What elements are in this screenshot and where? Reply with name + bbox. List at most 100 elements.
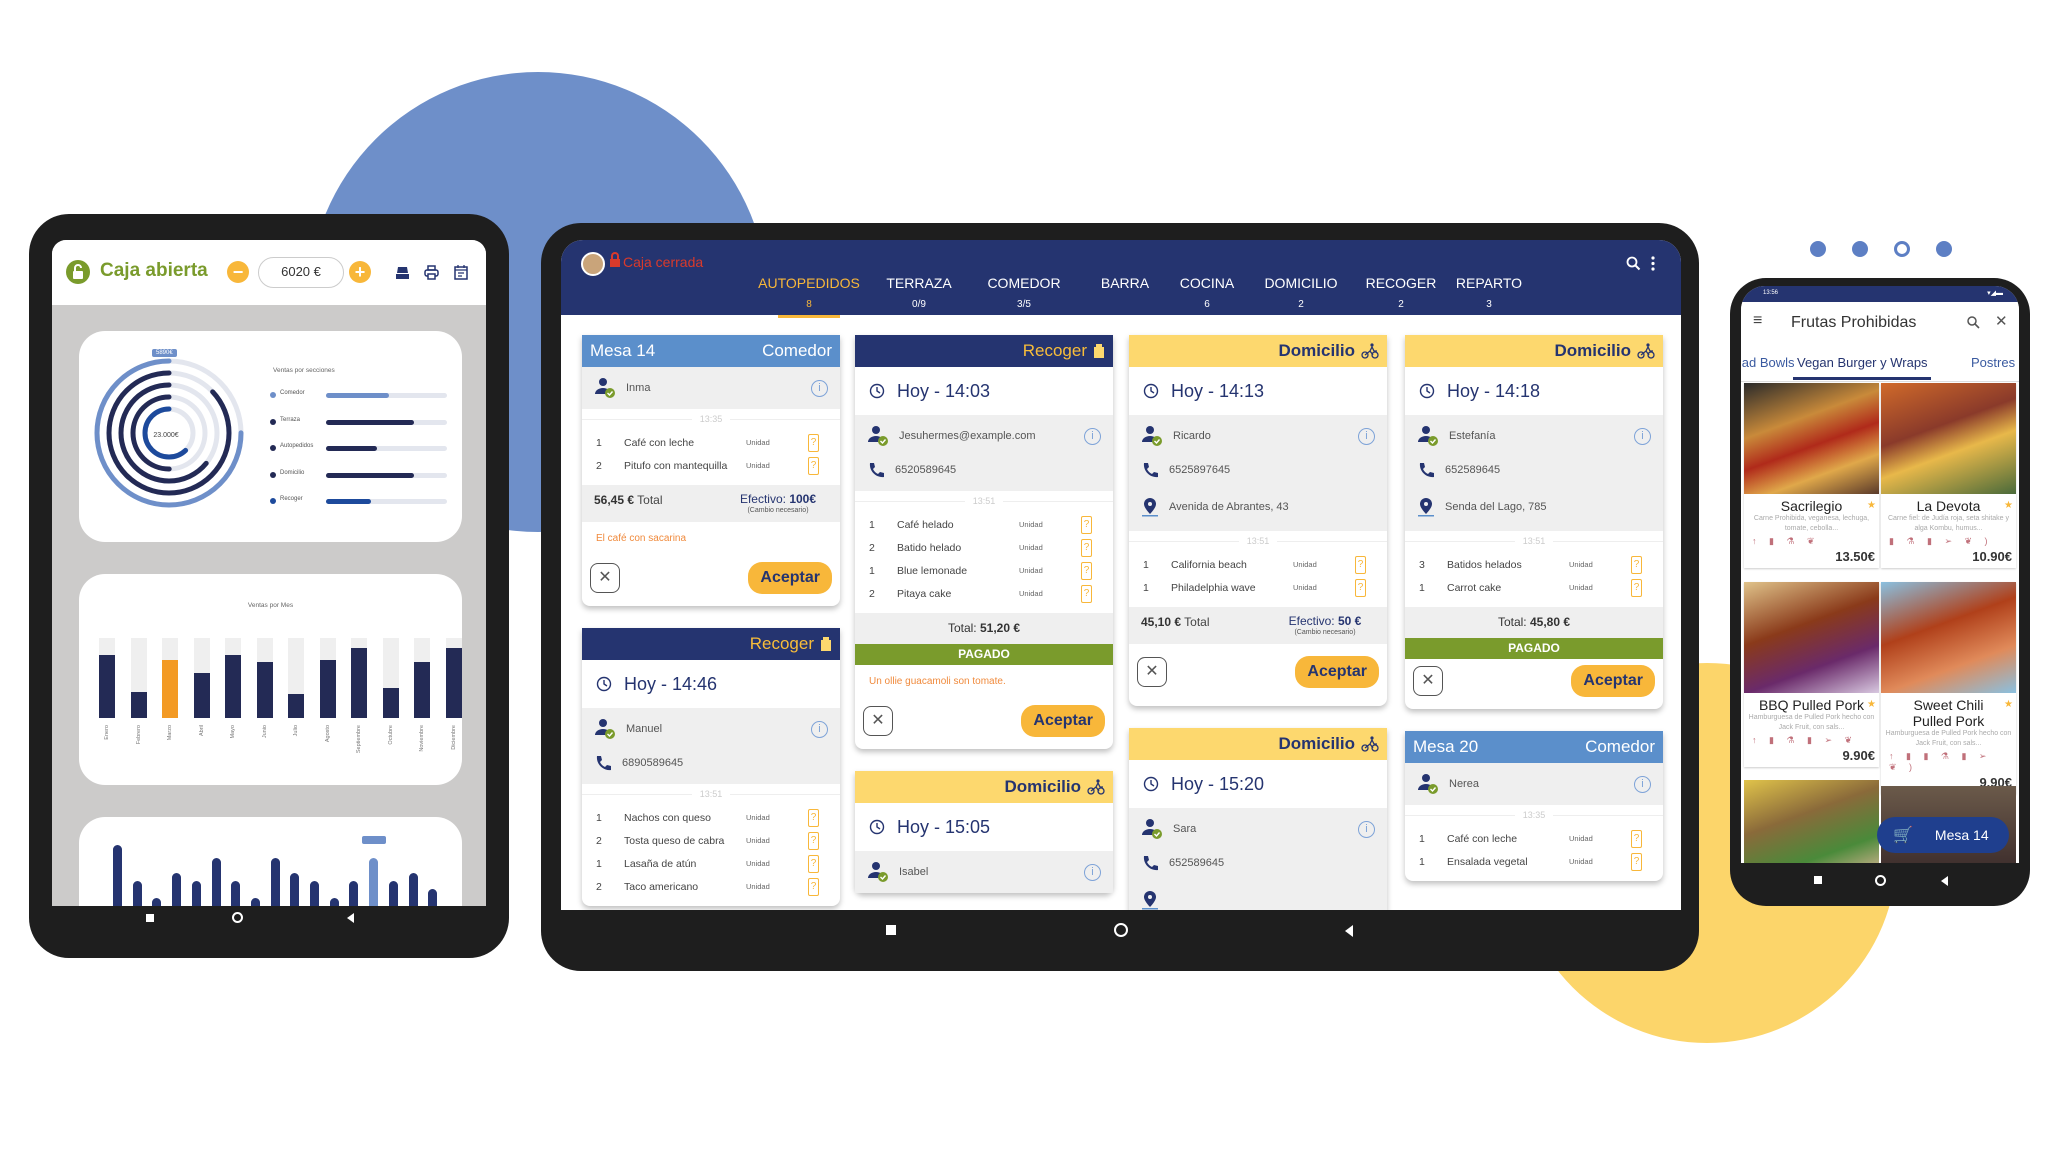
monthly-bar[interactable]: [99, 654, 115, 718]
daily-bar[interactable]: [211, 858, 221, 906]
tab-comedor[interactable]: COMEDOR 3/5: [969, 275, 1079, 310]
nav-recents-button[interactable]: [886, 925, 896, 935]
decrease-cash-button[interactable]: −: [227, 261, 249, 283]
search-icon[interactable]: [1626, 256, 1641, 271]
accept-button[interactable]: Aceptar: [1021, 705, 1105, 737]
monthly-bar[interactable]: [414, 662, 430, 718]
order-card[interactable]: Mesa 14 Comedor Inma i 13:35 1 Café con leche U…: [582, 335, 840, 606]
pager-dot[interactable]: [1852, 241, 1868, 257]
more-options-icon[interactable]: [1651, 256, 1655, 271]
item-note-icon[interactable]: ?: [1631, 555, 1642, 574]
daily-bar[interactable]: [408, 873, 418, 906]
item-note-icon[interactable]: ?: [808, 456, 819, 475]
tab-domicilio[interactable]: DOMICILIO 2: [1246, 275, 1356, 310]
item-note-icon[interactable]: ?: [808, 433, 819, 452]
item-note-icon[interactable]: ?: [1355, 578, 1366, 597]
daily-bar[interactable]: [310, 881, 319, 906]
daily-bar[interactable]: [290, 873, 300, 906]
nav-back-button[interactable]: [1345, 925, 1353, 937]
close-icon[interactable]: ✕: [1995, 312, 2008, 330]
monthly-bar[interactable]: [162, 660, 178, 718]
info-icon[interactable]: i: [1084, 864, 1101, 881]
nav-home-button[interactable]: [1114, 923, 1128, 937]
search-icon[interactable]: [1967, 316, 1980, 329]
favorite-star-icon[interactable]: ★: [1867, 500, 1876, 511]
product-card[interactable]: Sweet Chili Pulled Pork ★ Hamburguesa de P…: [1881, 582, 2016, 794]
monthly-bar[interactable]: [351, 647, 367, 718]
pager-dot[interactable]: [1810, 241, 1826, 257]
nav-home-button[interactable]: [1875, 875, 1886, 886]
nav-home-button[interactable]: [232, 912, 243, 923]
daily-bar[interactable]: [349, 881, 359, 906]
daily-bar[interactable]: [191, 881, 201, 906]
calendar-icon[interactable]: [454, 264, 468, 280]
product-image[interactable]: [1744, 780, 1879, 863]
info-icon[interactable]: i: [1084, 428, 1101, 445]
reject-button[interactable]: ✕: [863, 706, 893, 736]
info-icon[interactable]: i: [811, 721, 828, 738]
order-card[interactable]: Domicilio Hoy - 14:18 Estefanía i 652589645 S…: [1405, 335, 1663, 709]
tab-vegan-burger[interactable]: Vegan Burger y Wraps: [1797, 355, 1928, 370]
reject-button[interactable]: ✕: [1413, 666, 1443, 696]
accept-button[interactable]: Aceptar: [748, 562, 832, 594]
order-card[interactable]: Recoger Hoy - 14:46 Manuel i 6890589645 13:51…: [582, 628, 840, 906]
tab-terraza[interactable]: TERRAZA 0/9: [864, 275, 974, 310]
tab-autopedidos[interactable]: AUTOPEDIDOS 8: [754, 275, 864, 318]
monthly-bar[interactable]: [130, 691, 147, 718]
increase-cash-button[interactable]: +: [349, 261, 371, 283]
info-icon[interactable]: i: [1358, 821, 1375, 838]
favorite-star-icon[interactable]: ★: [1867, 699, 1876, 710]
menu-icon[interactable]: ≡: [1753, 312, 1762, 330]
accept-button[interactable]: Aceptar: [1571, 665, 1655, 697]
order-card[interactable]: Recoger Hoy - 14:03 Jesuhermes@example.com…: [855, 335, 1113, 749]
item-note-icon[interactable]: ?: [808, 831, 819, 850]
item-note-icon[interactable]: ?: [808, 808, 819, 827]
product-card[interactable]: BBQ Pulled Pork ★ Hamburguesa de Pulled Po…: [1744, 582, 1879, 767]
monthly-bar[interactable]: [193, 673, 210, 718]
monthly-bar[interactable]: [225, 654, 241, 718]
item-note-icon[interactable]: ?: [1631, 829, 1642, 848]
item-note-icon[interactable]: ?: [1631, 578, 1642, 597]
item-note-icon[interactable]: ?: [808, 854, 819, 873]
daily-bar[interactable]: [132, 881, 142, 906]
info-icon[interactable]: i: [1634, 776, 1651, 793]
item-note-icon[interactable]: ?: [1355, 555, 1366, 574]
daily-bar[interactable]: [369, 858, 379, 906]
order-card[interactable]: Mesa 20 Comedor Nerea i 13:35 1 Café con leche…: [1405, 731, 1663, 881]
accept-button[interactable]: Aceptar: [1295, 656, 1379, 688]
reject-button[interactable]: ✕: [590, 563, 620, 593]
monthly-bar[interactable]: [319, 660, 336, 718]
daily-bar[interactable]: [113, 845, 122, 906]
cart-button[interactable]: 🛒 Mesa 14: [1877, 817, 2009, 853]
daily-bar[interactable]: [172, 873, 182, 906]
info-icon[interactable]: i: [811, 380, 828, 397]
pager-dot[interactable]: [1936, 241, 1952, 257]
order-card[interactable]: Domicilio Hoy - 14:13 Ricardo i 6525897645 Av…: [1129, 335, 1387, 706]
item-note-icon[interactable]: ?: [1081, 561, 1092, 580]
order-card[interactable]: Domicilio Hoy - 15:05 Isabel i: [855, 771, 1113, 893]
daily-bar[interactable]: [231, 881, 241, 906]
daily-bar[interactable]: [270, 858, 280, 906]
tab-postres[interactable]: Postres: [1971, 355, 2015, 370]
product-card[interactable]: La Devota ★ Carne fiel: de Judía roja, set…: [1881, 383, 2016, 568]
nav-back-button[interactable]: [347, 913, 354, 923]
item-note-icon[interactable]: ?: [1631, 852, 1642, 871]
nav-recents-button[interactable]: [1814, 876, 1822, 884]
pager-dot[interactable]: [1894, 241, 1910, 257]
cash-amount-input[interactable]: 6020 €: [258, 257, 344, 288]
monthly-bar[interactable]: [288, 694, 304, 718]
daily-bar[interactable]: [250, 898, 260, 906]
product-card[interactable]: Sacrilegio ★ Carne Prohibida, veganesa, le…: [1744, 383, 1879, 568]
favorite-star-icon[interactable]: ★: [2004, 699, 2013, 710]
daily-bar[interactable]: [388, 881, 398, 906]
item-note-icon[interactable]: ?: [808, 877, 819, 896]
monthly-bar[interactable]: [445, 647, 462, 718]
order-card[interactable]: Domicilio Hoy - 15:20 Sara i 652589645: [1129, 728, 1387, 910]
monthly-bar[interactable]: [256, 662, 273, 718]
printer-icon[interactable]: [424, 265, 439, 280]
cash-register-icon[interactable]: [395, 265, 410, 280]
item-note-icon[interactable]: ?: [1081, 515, 1092, 534]
info-icon[interactable]: i: [1634, 428, 1651, 445]
nav-recents-button[interactable]: [146, 914, 154, 922]
daily-bar[interactable]: [329, 898, 339, 906]
